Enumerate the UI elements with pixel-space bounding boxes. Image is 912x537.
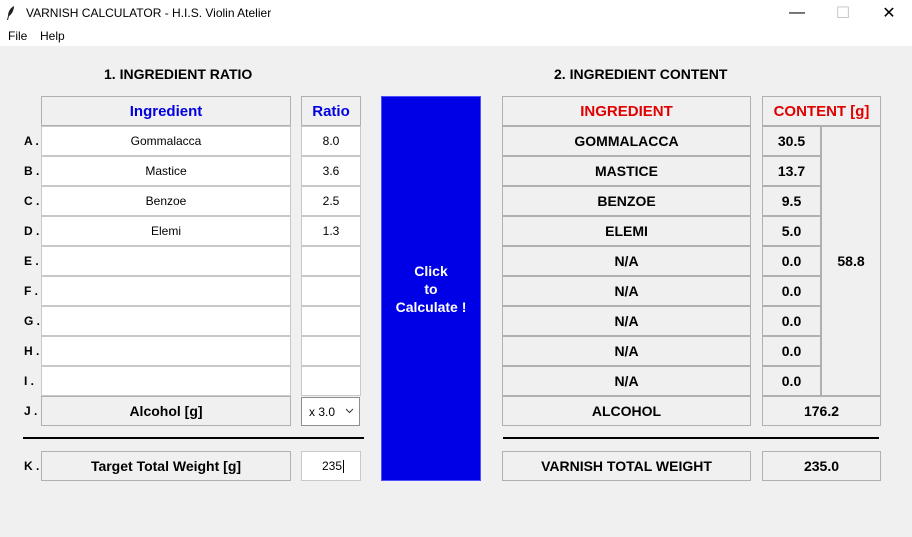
left-divider — [23, 437, 364, 439]
ratio-input-b[interactable]: 3.6 — [301, 156, 361, 186]
result-content-3: 9.5 — [762, 186, 821, 216]
ratio-input-a[interactable]: 8.0 — [301, 126, 361, 156]
ingredient-input-b[interactable]: Mastice — [41, 156, 291, 186]
minimize-button[interactable]: — — [774, 0, 820, 26]
row-label-a: A . — [24, 134, 39, 148]
result-content-9: 0.0 — [762, 366, 821, 396]
feather-quill-icon — [7, 6, 14, 20]
chevron-down-icon — [345, 408, 354, 414]
alcohol-multiplier-value: x 3.0 — [309, 404, 336, 419]
result-ingredient-2: MASTICE — [502, 156, 751, 186]
result-content-2: 13.7 — [762, 156, 821, 186]
close-button[interactable]: ✕ — [866, 0, 912, 26]
menu-bar: File Help — [0, 26, 912, 46]
row-label-g: G . — [24, 314, 41, 328]
content-grams-header: CONTENT [g] — [762, 96, 881, 126]
row-label-c: C . — [24, 194, 40, 208]
ratio-input-d[interactable]: 1.3 — [301, 216, 361, 246]
result-content-7: 0.0 — [762, 306, 821, 336]
ingredient-column-header: Ingredient — [41, 96, 291, 126]
right-divider — [503, 437, 879, 439]
ingredient-input-a[interactable]: Gommalacca — [41, 126, 291, 156]
ratio-input-f[interactable] — [301, 276, 361, 306]
window-title: VARNISH CALCULATOR - H.I.S. Violin Ateli… — [26, 6, 272, 20]
result-content-5: 0.0 — [762, 246, 821, 276]
ratio-input-e[interactable] — [301, 246, 361, 276]
result-alcohol-value: 176.2 — [762, 396, 881, 426]
ingredients-subtotal: 58.8 — [821, 126, 881, 396]
ingredient-input-g[interactable] — [41, 306, 291, 336]
row-label-f: F . — [24, 284, 38, 298]
result-ingredient-6: N/A — [502, 276, 751, 306]
row-label-k: K . — [24, 459, 40, 473]
ingredient-input-e[interactable] — [41, 246, 291, 276]
result-content-8: 0.0 — [762, 336, 821, 366]
result-content-4: 5.0 — [762, 216, 821, 246]
content-ingredient-header: INGREDIENT — [502, 96, 751, 126]
result-ingredient-9: N/A — [502, 366, 751, 396]
ingredient-input-i[interactable] — [41, 366, 291, 396]
ingredient-input-f[interactable] — [41, 276, 291, 306]
varnish-total-value: 235.0 — [762, 451, 881, 481]
alcohol-multiplier-select[interactable]: x 3.0 — [301, 397, 360, 426]
menu-file[interactable]: File — [8, 29, 27, 43]
result-alcohol-label: ALCOHOL — [502, 396, 751, 426]
alcohol-label-box: Alcohol [g] — [41, 396, 291, 426]
ratio-input-c[interactable]: 2.5 — [301, 186, 361, 216]
result-ingredient-3: BENZOE — [502, 186, 751, 216]
row-label-e: E . — [24, 254, 39, 268]
row-label-h: H . — [24, 344, 40, 358]
target-weight-value: 235 — [322, 459, 343, 473]
result-ingredient-4: ELEMI — [502, 216, 751, 246]
result-ingredient-8: N/A — [502, 336, 751, 366]
result-content-6: 0.0 — [762, 276, 821, 306]
result-content-1: 30.5 — [762, 126, 821, 156]
ratio-column-header: Ratio — [301, 96, 361, 126]
result-ingredient-1: GOMMALACCA — [502, 126, 751, 156]
ingredient-input-h[interactable] — [41, 336, 291, 366]
ingredient-input-c[interactable]: Benzoe — [41, 186, 291, 216]
target-weight-label-box: Target Total Weight [g] — [41, 451, 291, 481]
row-label-j: J . — [24, 404, 38, 418]
ratio-input-i[interactable] — [301, 366, 361, 396]
ingredient-input-d[interactable]: Elemi — [41, 216, 291, 246]
row-label-d: D . — [24, 224, 40, 238]
row-label-i: I . — [24, 374, 35, 388]
row-label-b: B . — [24, 164, 40, 178]
result-ingredient-5: N/A — [502, 246, 751, 276]
title-bar[interactable]: VARNISH CALCULATOR - H.I.S. Violin Ateli… — [0, 0, 912, 26]
target-weight-input[interactable]: 235 — [301, 451, 361, 481]
menu-help[interactable]: Help — [40, 29, 65, 43]
ingredient-ratio-title: 1. INGREDIENT RATIO — [104, 66, 253, 82]
result-ingredient-7: N/A — [502, 306, 751, 336]
ratio-input-h[interactable] — [301, 336, 361, 366]
calculate-button[interactable]: Click to Calculate ! — [381, 96, 481, 481]
varnish-total-label: VARNISH TOTAL WEIGHT — [502, 451, 751, 481]
ratio-input-g[interactable] — [301, 306, 361, 336]
ingredient-content-title: 2. INGREDIENT CONTENT — [554, 66, 728, 82]
text-cursor — [343, 459, 345, 473]
maximize-button[interactable]: ☐ — [820, 0, 866, 26]
